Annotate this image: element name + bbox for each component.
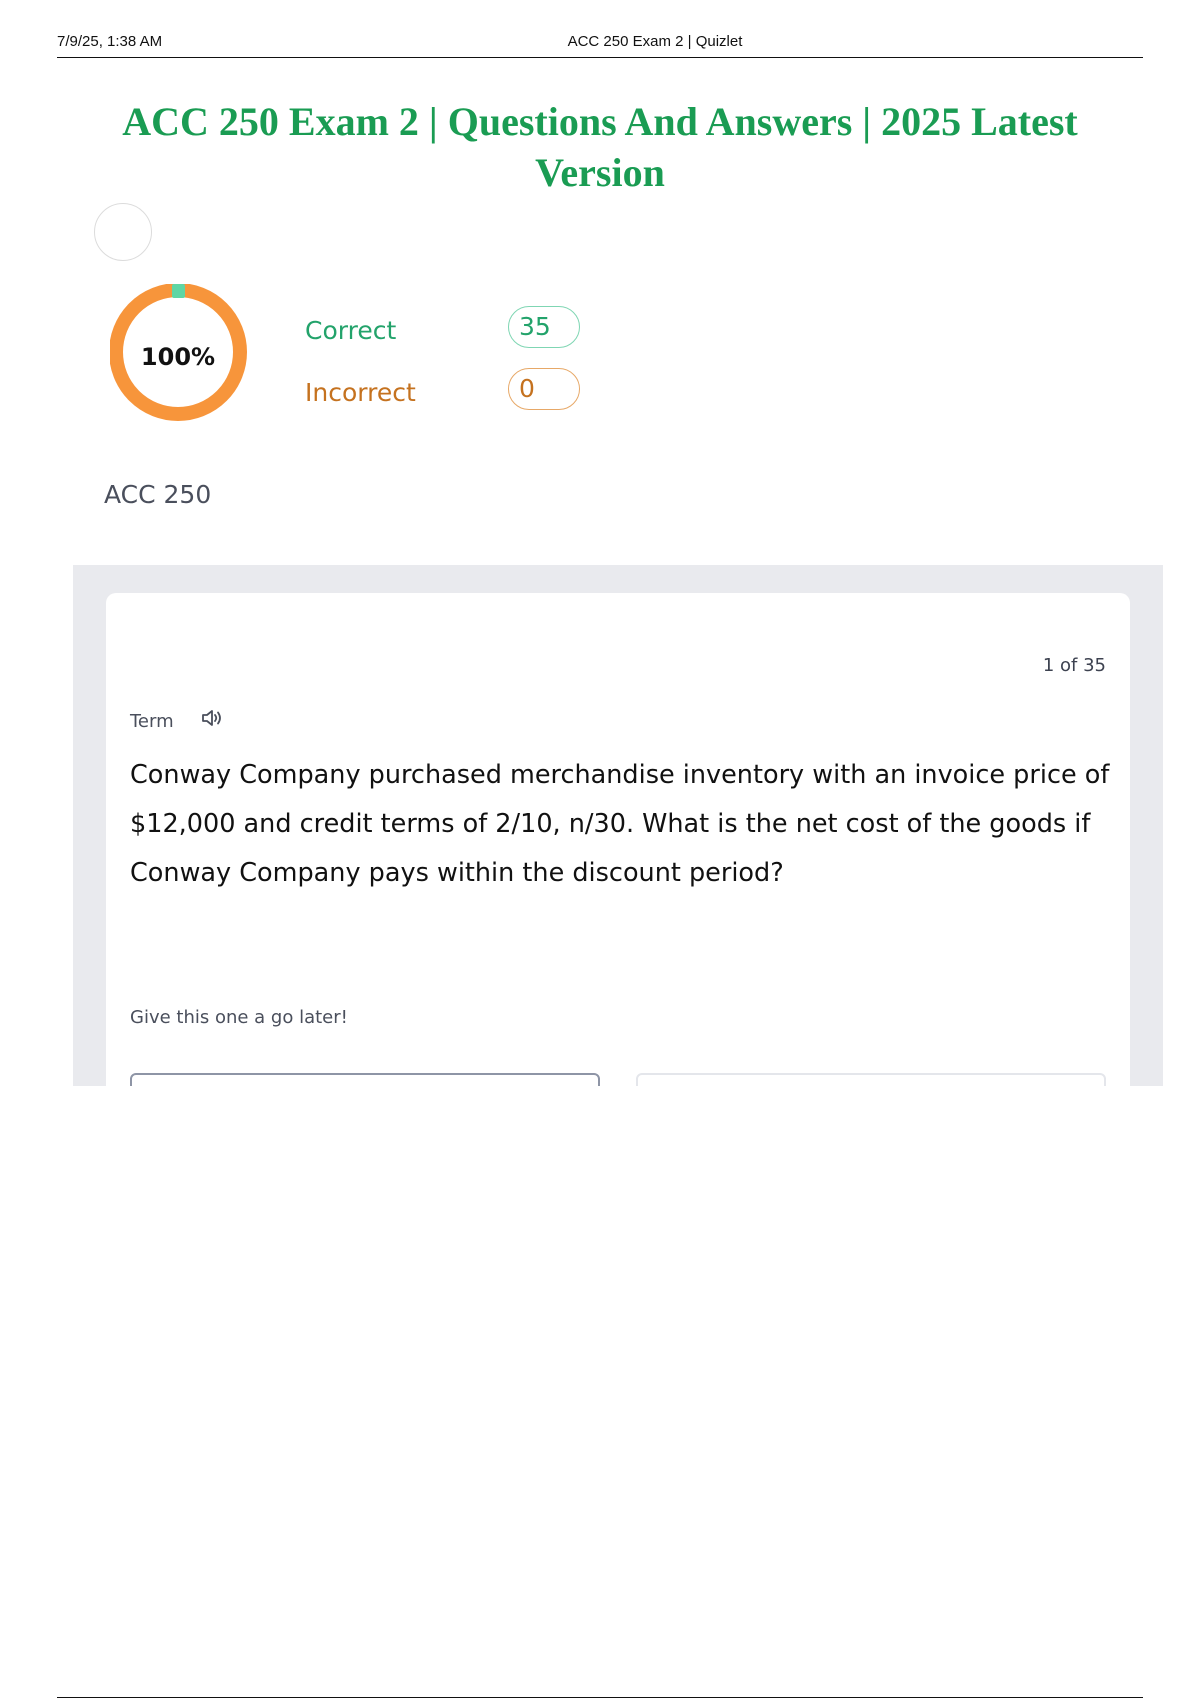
- print-footer-divider: [57, 1697, 1143, 1698]
- progress-donut: 100%: [110, 284, 256, 430]
- correct-count-badge[interactable]: 35: [508, 306, 580, 348]
- print-page-title: ACC 250 Exam 2 | Quizlet: [567, 33, 743, 50]
- avatar: [94, 203, 152, 261]
- subject-label: ACC 250: [104, 480, 212, 509]
- print-header: 7/9/25, 1:38 AM ACC 250 Exam 2 | Quizlet: [57, 33, 1143, 58]
- card-area: 1 of 35 Term Conway Company purchased me…: [73, 565, 1163, 1086]
- answer-option[interactable]: [130, 1073, 600, 1086]
- speaker-icon[interactable]: [199, 705, 225, 731]
- incorrect-label: Incorrect: [305, 378, 416, 407]
- document-title: ACC 250 Exam 2 | Questions And Answers |…: [122, 99, 1078, 195]
- card-counter: 1 of 35: [1042, 655, 1106, 676]
- answer-option[interactable]: [636, 1073, 1106, 1086]
- question-text: Conway Company purchased merchandise inv…: [130, 760, 1110, 888]
- flashcard: 1 of 35 Term Conway Company purchased me…: [106, 593, 1130, 1086]
- incorrect-count-badge[interactable]: 0: [508, 368, 580, 410]
- later-prompt: Give this one a go later!: [130, 1007, 348, 1028]
- term-label: Term: [130, 711, 174, 732]
- correct-label: Correct: [305, 316, 397, 345]
- progress-percent: 100%: [140, 343, 216, 371]
